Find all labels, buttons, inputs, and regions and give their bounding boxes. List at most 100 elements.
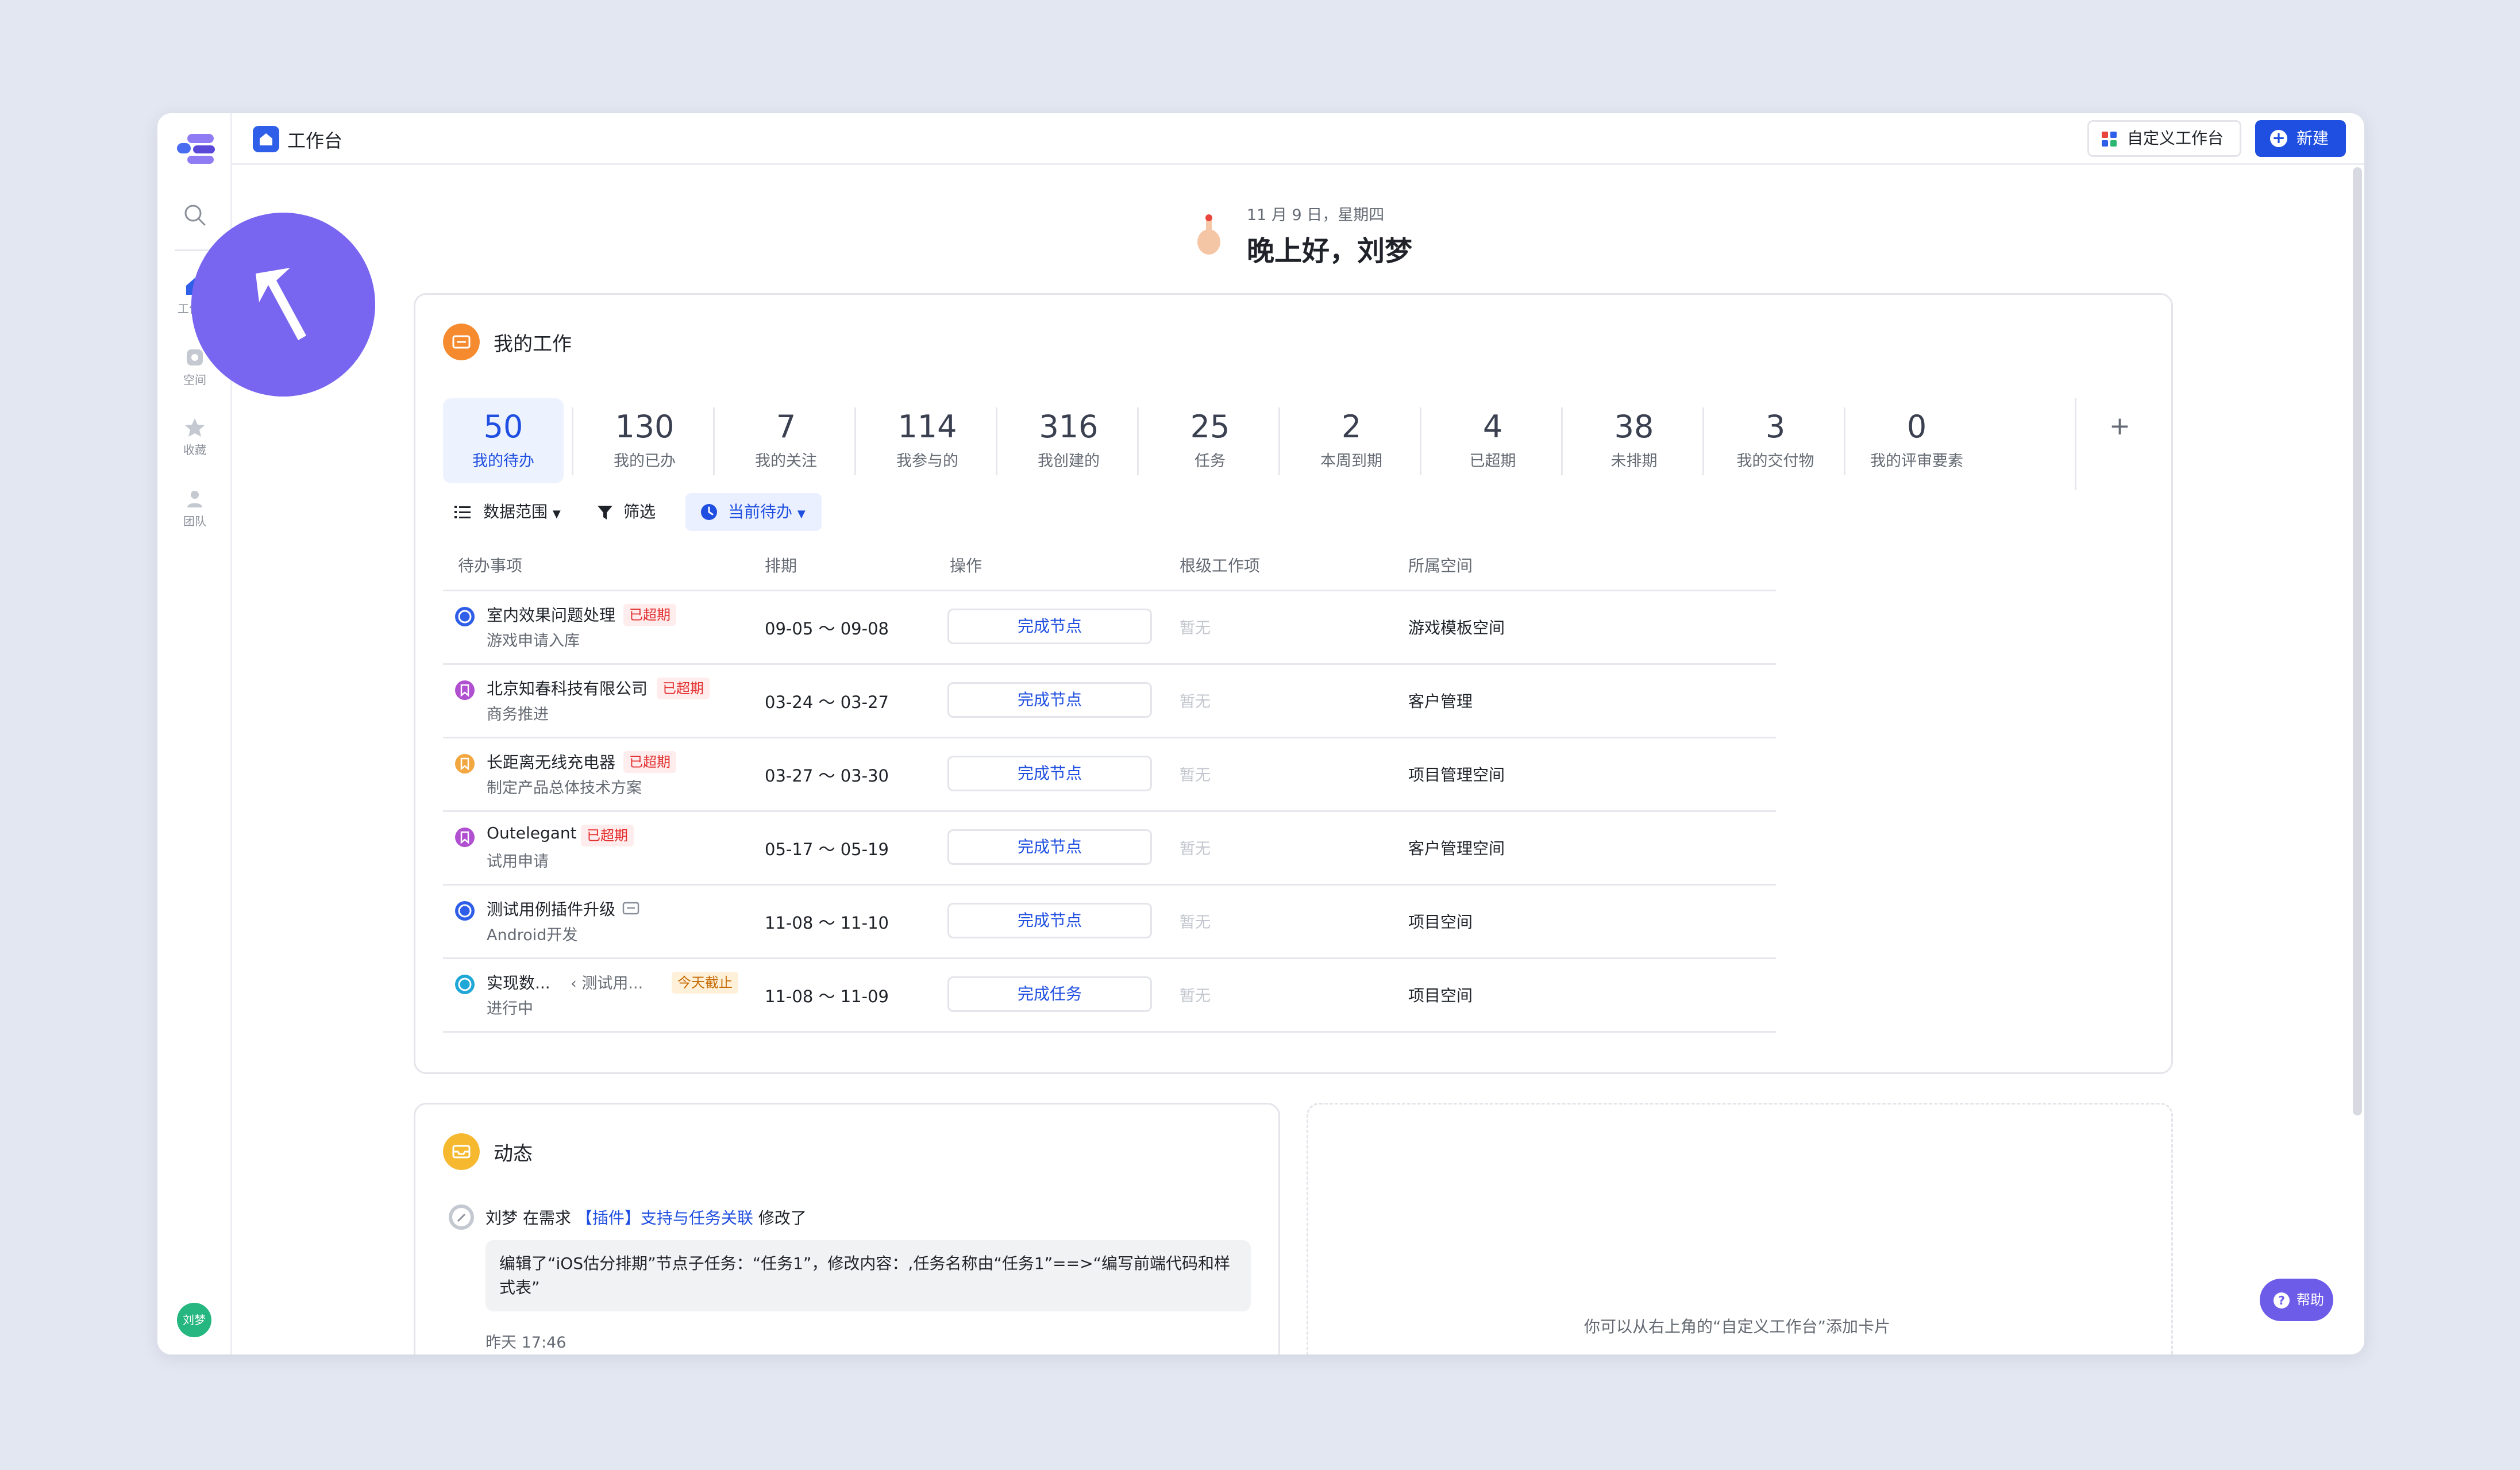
stat-number: 50 [483,409,523,445]
customize-workbench-button[interactable]: 自定义工作台 [2087,120,2241,157]
page-title: 工作台 [287,130,343,152]
row-space[interactable]: 项目管理空间 [1408,763,1505,786]
stat-my-created[interactable]: 316 我创建的 [1008,398,1129,483]
activity-suffix: 修改了 [758,1209,807,1227]
row-subtitle: 游戏申请入库 [487,632,580,650]
filter-button[interactable]: 筛选 [597,493,656,531]
caret-down-icon: ▼ [797,508,806,520]
row-title[interactable]: 长距离无线充电器 [487,750,615,773]
complete-node-button[interactable]: 完成节点 [947,829,1152,865]
row-space[interactable]: 客户管理 [1408,689,1473,712]
space-icon [187,349,203,365]
row-root-item: 暂无 [1180,840,1211,858]
table-row[interactable]: 北京知春科技有限公司 已超期 商务推进 03-24 ～ 03-27 完成节点 暂… [443,665,1776,738]
customize-workbench-label: 自定义工作台 [2127,129,2224,148]
data-scope-dropdown[interactable]: 数据范围 ▼ [454,493,561,531]
stat-my-todo[interactable]: 50 我的待办 [443,398,564,483]
table-row[interactable]: Outelegant 已超期 试用申请 05-17 ～ 05-19 完成节点 暂… [443,812,1776,886]
stat-label: 已超期 [1469,452,1516,470]
row-title[interactable]: 实现数... [487,971,550,994]
bookmark-icon [455,828,475,847]
complete-node-button[interactable]: 完成节点 [947,756,1152,791]
activity-card: 动态 刘梦 在需求 【插件】支持与任务关联 修改了 编辑了“iOS估分排期”节点… [414,1103,1280,1354]
complete-node-button[interactable]: 完成节点 [947,609,1152,644]
stat-number: 3 [1765,409,1786,445]
table-row[interactable]: 测试用例插件升级 Android开发 11-08 ～ 11-10 完成节点 暂无… [443,886,1776,959]
complete-task-button[interactable]: 完成任务 [947,976,1152,1012]
bookmark-icon [455,680,475,700]
status-badge: 已超期 [623,751,676,773]
activity-verb: 在需求 [522,1209,571,1227]
current-todo-dropdown[interactable]: 当前待办 ▼ [685,493,822,531]
my-work-title: 我的工作 [494,333,572,356]
scrollbar[interactable] [2353,167,2362,1115]
hand-icon [1197,214,1220,255]
row-subtitle: 制定产品总体技术方案 [487,779,642,797]
stat-my-participated[interactable]: 114 我参与的 [867,398,988,483]
table-row[interactable]: 实现数... ‹ 测试用... 今天截止 进行中 11-08 ～ 11-09 完… [443,959,1776,1033]
complete-node-button[interactable]: 完成节点 [947,903,1152,938]
stat-label: 我的关注 [755,452,817,470]
stat-label: 我的评审要素 [1870,452,1963,470]
search-icon[interactable] [182,202,207,228]
stat-label: 我的待办 [472,452,534,470]
data-scope-label: 数据范围 [483,502,548,521]
stat-unscheduled[interactable]: 38 未排期 [1574,398,1694,483]
avatar[interactable]: 刘梦 [177,1303,211,1337]
row-title[interactable]: Outelegant [487,823,577,842]
row-date: 03-27 ～ 03-30 [765,766,889,786]
home-icon [253,126,279,152]
column-header: 排期 [765,556,797,575]
stat-number: 7 [776,409,796,445]
activity-detail: 编辑了“iOS估分排期”节点子任务：“任务1”，修改内容：,任务名称由“任务1”… [485,1240,1251,1311]
row-space[interactable]: 游戏模板空间 [1408,615,1505,638]
new-button-label: 新建 [2296,129,2329,148]
list-icon [454,506,471,518]
stat-my-done[interactable]: 130 我的已办 [584,398,705,483]
stat-due-this-week[interactable]: 2 本周到期 [1291,398,1412,483]
edit-icon [449,1205,474,1230]
row-space[interactable]: 客户管理空间 [1408,836,1505,859]
row-root-item: 暂无 [1180,619,1211,637]
stat-tasks[interactable]: 25 任务 [1150,398,1270,483]
add-stat-button[interactable]: + [2109,411,2130,441]
filter-label: 筛选 [623,502,656,521]
complete-node-button[interactable]: 完成节点 [947,682,1152,718]
stat-overdue[interactable]: 4 已超期 [1432,398,1553,483]
stat-divider [996,407,997,475]
stat-my-follow[interactable]: 7 我的关注 [726,398,846,483]
clock-icon [701,504,717,520]
row-space[interactable]: 项目空间 [1408,983,1473,1006]
sidebar-item-favorites[interactable]: 收藏 [157,417,232,457]
grid-icon [2102,132,2117,147]
parent-item-link[interactable]: ‹ 测试用... [571,971,643,993]
stat-review-elements[interactable]: 0 我的评审要素 [1856,398,1977,483]
work-icon [443,324,480,360]
column-header: 所属空间 [1408,556,1473,575]
stat-divider [713,407,715,475]
top-bar: 工作台 自定义工作台 + 新建 [232,113,2364,165]
activity-user[interactable]: 刘梦 [485,1209,518,1227]
stat-divider [1420,407,1421,475]
table-row[interactable]: 室内效果问题处理 已超期 游戏申请入库 09-05 ～ 09-08 完成节点 暂… [443,591,1776,665]
sidebar-item-team[interactable]: 团队 [157,488,232,529]
row-title[interactable]: 室内效果问题处理 [487,603,615,626]
stat-label: 我的交付物 [1736,452,1814,470]
row-space[interactable]: 项目空间 [1408,910,1473,933]
stat-deliverables[interactable]: 3 我的交付物 [1715,398,1836,483]
stat-number: 2 [1341,409,1362,445]
chevron-left-icon: ‹ [571,975,577,992]
help-button[interactable]: ? 帮助 [2260,1279,2333,1321]
new-button[interactable]: + 新建 [2255,120,2346,157]
stat-number: 38 [1614,409,1654,445]
stat-label: 我参与的 [896,452,958,470]
activity-link[interactable]: 【插件】支持与任务关联 [576,1209,753,1227]
stat-number: 4 [1482,409,1503,445]
row-title[interactable]: 北京知春科技有限公司 [487,676,648,699]
app-logo[interactable] [177,133,215,165]
table-row[interactable]: 长距离无线充电器 已超期 制定产品总体技术方案 03-27 ～ 03-30 完成… [443,738,1776,812]
stat-label: 我的已办 [614,452,676,470]
row-root-item: 暂无 [1180,693,1211,711]
row-title[interactable]: 测试用例插件升级 [487,897,615,920]
filter-icon [598,506,612,519]
